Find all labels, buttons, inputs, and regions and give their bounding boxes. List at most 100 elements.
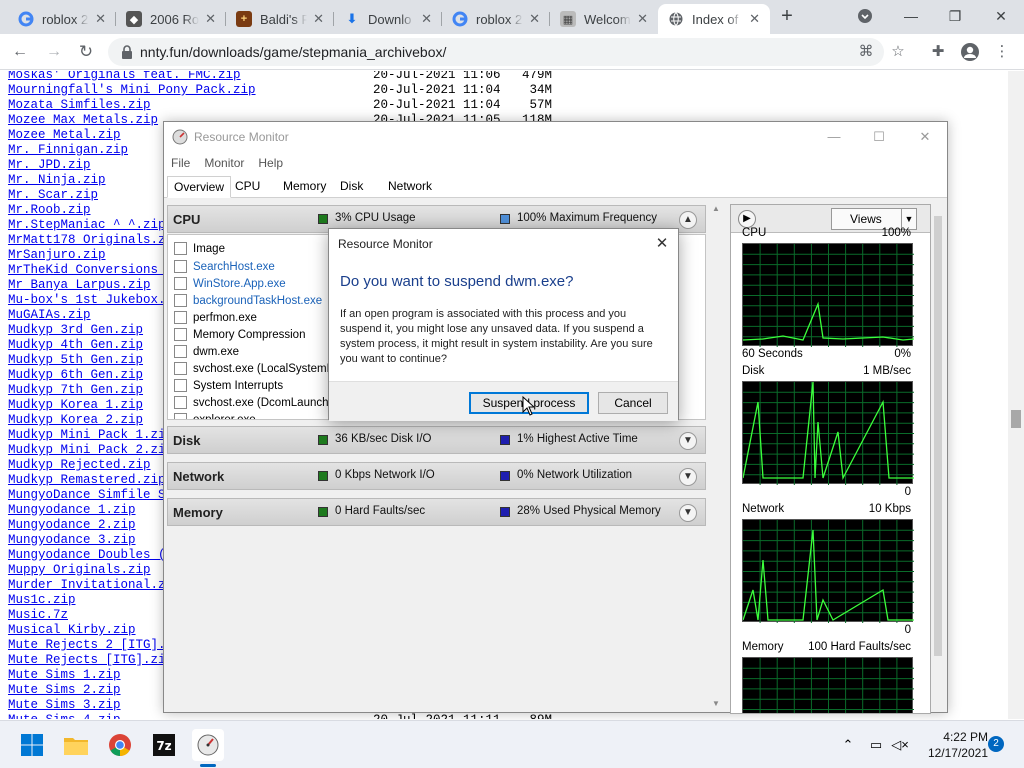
new-tab-button[interactable]: + [776,6,798,28]
scroll-up-icon[interactable]: ▲ [712,204,720,213]
file-link[interactable]: Mute Sims 1.zip [8,668,121,682]
windows-start-icon[interactable] [16,729,48,761]
taskbar-clock[interactable]: 4:22 PM 12/17/2021 [916,729,988,761]
file-link[interactable]: Moskas' Originals feat. FMC.zip [8,71,241,82]
rm-maximize-icon[interactable]: ☐ [864,126,894,148]
memory-section-header[interactable]: Memory 0 Hard Faults/sec 28% Used Physic… [167,498,706,526]
chrome-icon[interactable] [104,729,136,761]
file-link[interactable]: Mute Sims 4.zip [8,713,121,719]
file-link[interactable]: Mungyodance Doubles (W [8,548,173,562]
collapse-chevron-icon[interactable]: ▲ [679,211,697,229]
file-link[interactable]: Mourningfall's Mini Pony Pack.zip [8,83,256,97]
file-link[interactable]: Mr.Roob.zip [8,203,91,217]
close-icon[interactable]: ✕ [749,11,760,27]
tab-cpu[interactable]: CPU [229,176,266,198]
expand-chevron-icon[interactable]: ▼ [679,432,697,450]
file-link[interactable]: MrMatt178 Originals.zi [8,233,173,247]
menu-monitor[interactable]: Monitor [204,156,244,170]
file-link[interactable]: Mungyodance 1.zip [8,503,136,517]
file-link[interactable]: MrTheKid Conversions [ [8,263,173,277]
process-checkbox[interactable] [174,379,187,392]
page-scrollbar-thumb[interactable] [1011,410,1021,428]
expand-chevron-icon[interactable]: ▼ [679,504,697,522]
process-checkbox[interactable] [174,396,187,409]
tray-overflow-icon[interactable]: ⌃ [838,735,858,755]
page-scrollbar[interactable] [1008,71,1024,719]
tab-disk[interactable]: Disk [334,176,369,198]
close-icon[interactable]: ✕ [205,11,216,27]
close-icon[interactable]: ✕ [95,11,106,27]
menu-help[interactable]: Help [258,156,283,170]
bookmark-star-icon[interactable]: ☆ [888,42,908,62]
process-checkbox[interactable] [174,294,187,307]
file-link[interactable]: Mudkyp 6th Gen.zip [8,368,143,382]
tab-memory[interactable]: Memory [277,176,332,198]
collapse-panel-icon[interactable]: ▶ [738,210,756,228]
close-window-icon[interactable]: ✕ [986,4,1016,28]
disk-section-header[interactable]: Disk 36 KB/sec Disk I/O 1% Highest Activ… [167,426,706,454]
file-link[interactable]: Mozee Metal.zip [8,128,121,142]
file-link[interactable]: Mungyodance 2.zip [8,518,136,532]
file-link[interactable]: Mus1c.zip [8,593,76,607]
file-link[interactable]: Mr_Banya_Larpus.zip [8,278,151,292]
file-link[interactable]: Mudkyp Remastered.zip [8,473,166,487]
tab-search-icon[interactable] [850,4,880,28]
file-link[interactable]: Muppy Originals.zip [8,563,151,577]
file-link[interactable]: Murder Invitational.zi [8,578,173,592]
file-link[interactable]: Mudkyp Mini Pack 1.zip [8,428,173,442]
reload-button[interactable]: ↻ [74,40,98,64]
browser-tab-4[interactable]: ⬇ Downlo ✕ [334,4,442,34]
file-link[interactable]: Mudkyp 5th Gen.zip [8,353,143,367]
restore-icon[interactable]: ❐ [940,4,970,28]
file-link[interactable]: Mudkyp 3rd Gen.zip [8,323,143,337]
profile-avatar-icon[interactable] [960,42,980,62]
process-checkbox[interactable] [174,362,187,375]
file-link[interactable]: Mungyodance 3.zip [8,533,136,547]
rm-title-bar[interactable]: Resource Monitor — ☐ ✕ [164,122,947,152]
network-section-header[interactable]: Network 0 Kbps Network I/O 0% Network Ut… [167,462,706,490]
process-checkbox[interactable] [174,260,187,273]
file-link[interactable]: Mozata Simfiles.zip [8,98,151,112]
minimize-icon[interactable]: — [896,4,926,28]
file-link[interactable]: Mr.StepManiac ^_^.zip [8,218,166,232]
rm-minimize-icon[interactable]: — [819,126,849,148]
file-link[interactable]: Mr. JPD.zip [8,158,91,172]
browser-tab-5[interactable]: roblox 2 ✕ [442,4,550,34]
process-checkbox[interactable] [174,328,187,341]
resource-monitor-taskbar-icon[interactable] [192,729,224,761]
graphs-scrollbar[interactable] [934,216,942,656]
file-link[interactable]: Musical Kirby.zip [8,623,136,637]
tab-network[interactable]: Network [382,176,438,198]
file-link[interactable]: Mr. Scar.zip [8,188,98,202]
menu-kebab-icon[interactable]: ⋮ [992,42,1012,62]
tab-overview[interactable]: Overview [167,176,232,198]
browser-tab-6[interactable]: ▦ Welcom ✕ [550,4,658,34]
browser-tab-2[interactable]: ◆ 2006 Ro ✕ [116,4,226,34]
process-checkbox[interactable] [174,345,187,358]
rm-close-icon[interactable]: ✕ [910,126,940,148]
cancel-button[interactable]: Cancel [598,392,668,414]
browser-tab-3[interactable]: + Baldi's F ✕ [226,4,334,34]
extensions-icon[interactable]: ✚ [928,42,948,62]
file-link[interactable]: Mute Sims 2.zip [8,683,121,697]
file-link[interactable]: Mudkyp Mini Pack 2.zip [8,443,173,457]
close-icon[interactable]: ✕ [637,11,648,27]
browser-tab-1[interactable]: roblox 2 ✕ [8,4,116,34]
process-checkbox[interactable] [174,277,187,290]
file-link[interactable]: Mudkyp Korea 1.zip [8,398,143,412]
file-link[interactable]: MungyoDance Simfile Se [8,488,173,502]
forward-button[interactable]: → [42,40,66,64]
file-link[interactable]: Mozee Max Metals.zip [8,113,158,127]
file-link[interactable]: Mudkyp Korea 2.zip [8,413,143,427]
close-icon[interactable]: ✕ [529,11,540,27]
address-bar[interactable]: nnty.fun/downloads/game/stepmania_archiv… [108,38,884,66]
file-link[interactable]: Music.7z [8,608,68,622]
file-link[interactable]: MuGAIAs.zip [8,308,91,322]
file-link[interactable]: Mute Rejects 2 [ITG].z [8,638,173,652]
scroll-down-icon[interactable]: ▼ [712,699,720,708]
close-icon[interactable]: ✕ [313,11,324,27]
translate-icon[interactable]: ⌘ [856,42,876,62]
expand-chevron-icon[interactable]: ▼ [679,468,697,486]
file-link[interactable]: MrSanjuro.zip [8,248,106,262]
volume-muted-icon[interactable]: ◁× [890,735,910,755]
